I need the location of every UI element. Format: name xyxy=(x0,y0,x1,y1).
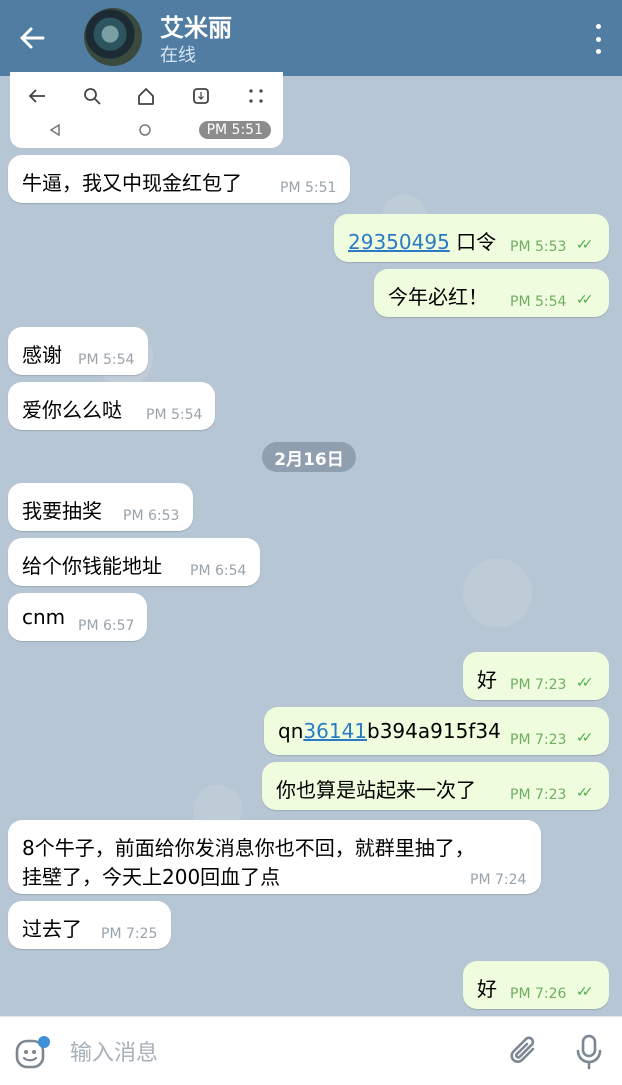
message-text: 你也算是站起来一次了 xyxy=(276,778,476,802)
message-time: PM 6:54 xyxy=(190,563,247,579)
incoming-message[interactable]: 感谢 PM 5:54 xyxy=(8,327,148,375)
voice-record-button[interactable] xyxy=(572,1033,606,1071)
message-text: 好 xyxy=(477,977,497,1001)
message-text: 好 xyxy=(477,668,497,692)
message-text: 给个你钱能地址 xyxy=(22,554,162,578)
incoming-message[interactable]: 过去了 PM 7:25 xyxy=(8,901,171,949)
menu-dot xyxy=(595,49,601,54)
message-time: PM 7:25 xyxy=(101,926,158,942)
more-vertical-icon xyxy=(595,24,601,29)
message-time: PM 5:51 xyxy=(280,180,337,196)
image-system-nav-row xyxy=(10,120,190,140)
search-icon xyxy=(82,86,102,106)
message-text-prefix: qn xyxy=(278,719,304,743)
contact-avatar[interactable] xyxy=(84,8,142,66)
message-text: 我要抽奖 xyxy=(22,499,102,523)
message-time: PM 5:53 xyxy=(510,239,567,255)
outgoing-message[interactable]: 29350495 口令 PM 5:53 ✓✓ xyxy=(334,214,609,262)
read-checks-icon: ✓✓ xyxy=(576,675,594,691)
incoming-message[interactable]: 爱你么么哒 PM 5:54 xyxy=(8,382,215,430)
chat-header: 艾米丽 在线 xyxy=(0,0,622,76)
read-checks-icon: ✓✓ xyxy=(576,730,594,746)
image-message[interactable]: PM 5:51 xyxy=(10,72,283,148)
read-checks-icon: ✓✓ xyxy=(576,785,594,801)
sticker-button[interactable] xyxy=(14,1035,50,1071)
message-text: 爱你么么哒 xyxy=(22,398,122,422)
message-time: PM 7:23 xyxy=(510,732,567,748)
message-text: 今年必红！ xyxy=(388,285,488,309)
circle-home-icon xyxy=(135,120,155,140)
message-time: PM 5:54 xyxy=(146,407,203,423)
message-time: PM 5:51 xyxy=(198,121,271,139)
read-checks-icon: ✓✓ xyxy=(576,237,594,253)
menu-dot xyxy=(595,36,601,42)
image-nav-row xyxy=(10,86,283,106)
incoming-message[interactable]: 我要抽奖 PM 6:53 xyxy=(8,483,193,531)
incoming-message[interactable]: 8个牛子，前面给你发消息你也不回，就群里抽了， 挂壁了，今天上200回血了点 P… xyxy=(8,820,541,894)
read-checks-icon: ✓✓ xyxy=(576,292,594,308)
attach-button[interactable] xyxy=(508,1035,542,1069)
message-text-line1: 8个牛子，前面给你发消息你也不回，就群里抽了， xyxy=(22,836,475,860)
message-time: PM 6:57 xyxy=(78,618,135,634)
outgoing-message[interactable]: 今年必红！ PM 5:54 ✓✓ xyxy=(374,269,609,317)
outgoing-message[interactable]: 你也算是站起来一次了 PM 7:23 ✓✓ xyxy=(262,762,609,810)
message-link[interactable]: 29350495 xyxy=(348,230,450,254)
incoming-message[interactable]: 牛逼，我又中现金红包了 PM 5:51 xyxy=(8,155,350,203)
message-time: PM 6:53 xyxy=(123,508,180,524)
read-checks-icon: ✓✓ xyxy=(576,984,594,1000)
more-grid-icon xyxy=(246,86,266,106)
message-time: PM 7:24 xyxy=(470,872,527,888)
paperclip-icon xyxy=(510,1036,535,1063)
message-text-part: 口令 xyxy=(449,230,497,254)
message-time: PM 5:54 xyxy=(78,352,135,368)
outgoing-message[interactable]: 好 PM 7:23 ✓✓ xyxy=(463,652,609,700)
incoming-message[interactable]: 给个你钱能地址 PM 6:54 xyxy=(8,538,260,586)
message-composer xyxy=(0,1016,622,1085)
outgoing-message[interactable]: 好 PM 7:26 ✓✓ xyxy=(463,961,609,1009)
message-text: 感谢 xyxy=(22,343,62,367)
outgoing-message[interactable]: qn36141b394a915f34 PM 7:23 ✓✓ xyxy=(264,707,609,755)
tabs-icon xyxy=(191,86,211,106)
message-text: qn36141b394a915f34 xyxy=(278,719,501,743)
triangle-back-icon xyxy=(45,120,65,140)
message-time: PM 7:23 xyxy=(510,787,567,803)
microphone-icon xyxy=(576,1034,602,1070)
home-icon xyxy=(136,86,156,106)
message-text: cnm xyxy=(22,605,66,629)
message-time: PM 7:26 xyxy=(510,986,567,1002)
contact-name[interactable]: 艾米丽 xyxy=(160,8,232,43)
message-text: 29350495 口令 xyxy=(348,226,496,255)
message-input[interactable] xyxy=(68,1037,472,1069)
message-text: 牛逼，我又中现金红包了 xyxy=(22,171,242,195)
message-link[interactable]: 36141 xyxy=(303,719,367,743)
more-menu-button[interactable] xyxy=(592,24,604,54)
date-separator: 2月16日 xyxy=(262,442,356,472)
message-text-line2: 挂壁了，今天上200回血了点 xyxy=(22,865,281,889)
arrow-left-icon xyxy=(27,86,47,106)
message-text-part: b394a915f34 xyxy=(367,719,501,743)
message-time: PM 7:23 xyxy=(510,677,567,693)
arrow-left-icon xyxy=(20,27,45,49)
message-text: 过去了 xyxy=(22,917,82,941)
message-time: PM 5:54 xyxy=(510,294,567,310)
incoming-message[interactable]: cnm PM 6:57 xyxy=(8,593,147,641)
contact-status: 在线 xyxy=(160,45,196,66)
sticker-icon xyxy=(15,1036,50,1069)
back-button[interactable] xyxy=(14,20,50,56)
